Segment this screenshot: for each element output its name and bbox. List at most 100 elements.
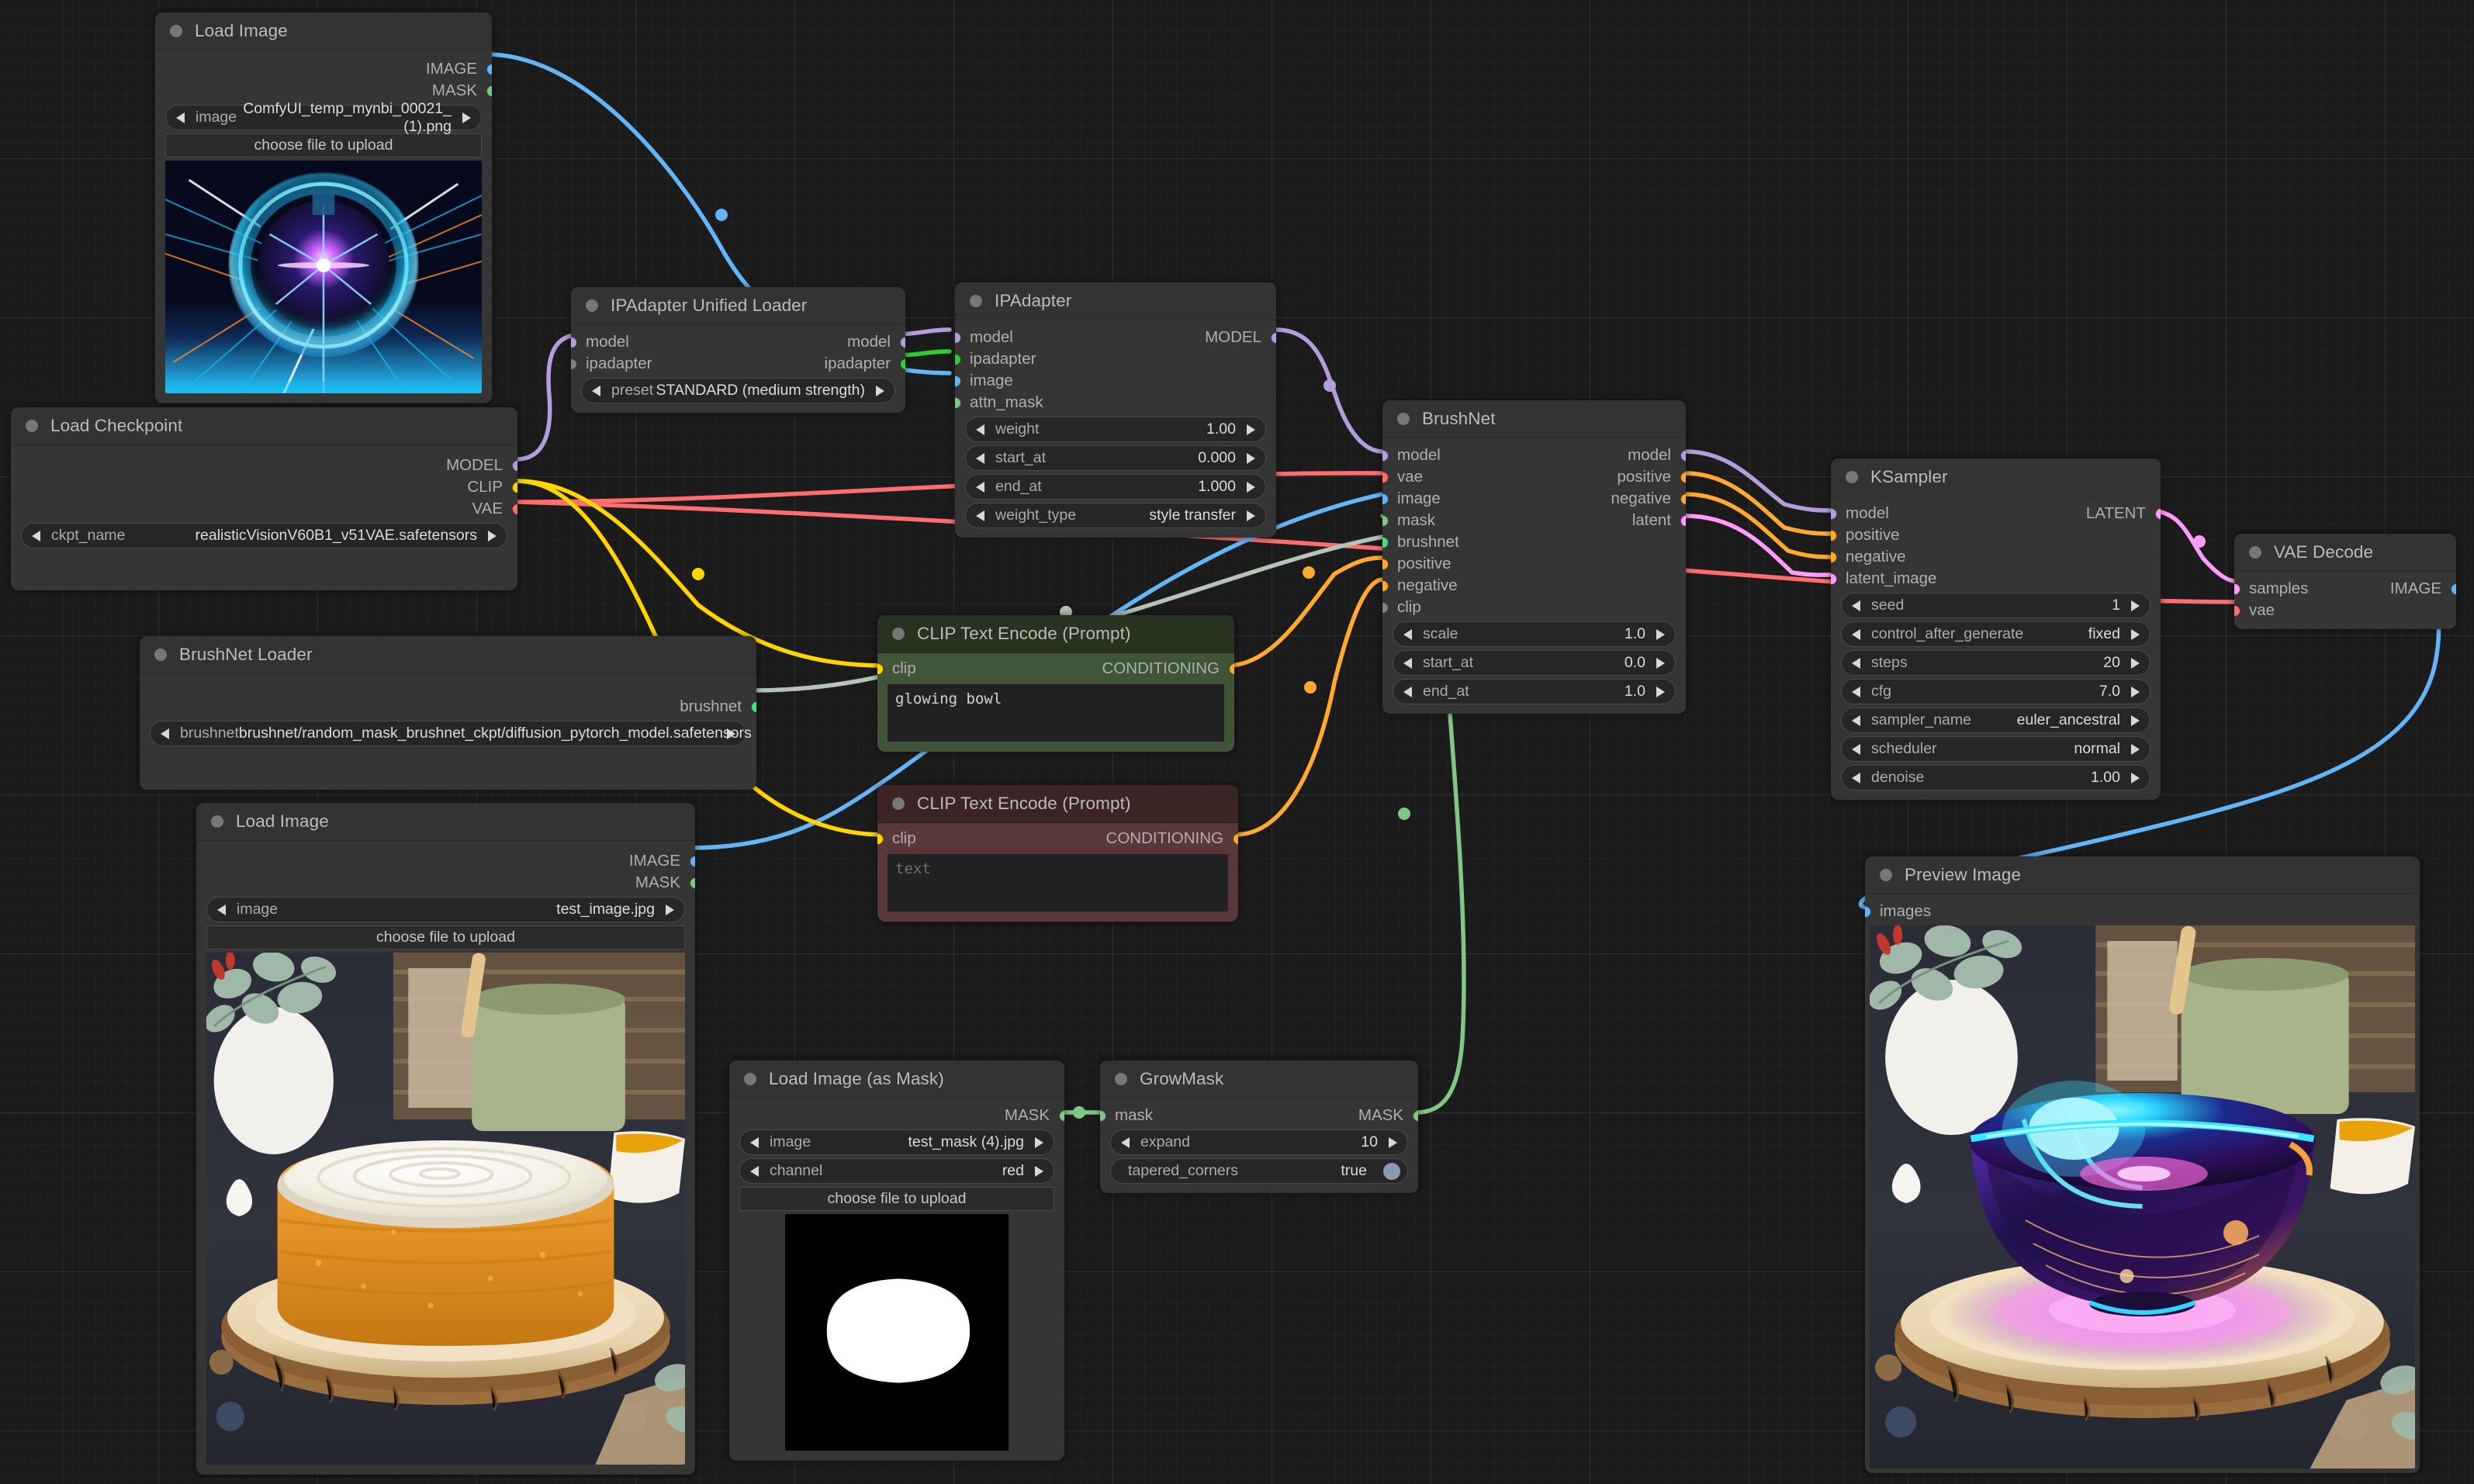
chevron-right-icon[interactable] xyxy=(2131,714,2140,726)
output-port-image[interactable]: IMAGE xyxy=(155,58,492,80)
collapse-icon[interactable] xyxy=(892,797,905,810)
chevron-left-icon[interactable] xyxy=(217,904,226,915)
choose-file-to-upload-button[interactable]: choose file to upload xyxy=(206,925,685,950)
chevron-right-icon[interactable] xyxy=(1389,1136,1397,1148)
chevron-left-icon[interactable] xyxy=(976,510,984,521)
chevron-right-icon[interactable] xyxy=(2131,600,2140,611)
chevron-left-icon[interactable] xyxy=(1852,743,1860,755)
chevron-left-icon[interactable] xyxy=(592,385,600,396)
node-title-bar[interactable]: VAE Decode xyxy=(2234,534,2456,572)
chevron-right-icon[interactable] xyxy=(2131,772,2140,784)
output-port-mask[interactable]: MASK xyxy=(196,872,695,894)
node-ipadapter[interactable]: IPAdapter model MODEL ipadapter image at… xyxy=(955,282,1276,538)
prompt-textarea[interactable]: text xyxy=(888,854,1228,912)
chevron-right-icon[interactable] xyxy=(727,728,735,739)
collapse-icon[interactable] xyxy=(1115,1073,1127,1085)
node-title-bar[interactable]: IPAdapter Unified Loader xyxy=(571,287,905,325)
input-port-latent-image[interactable]: latent_image xyxy=(1831,568,2161,590)
input-port-image[interactable]: image xyxy=(955,370,1276,392)
widget-preset[interactable]: preset STANDARD (medium strength) xyxy=(581,378,895,403)
chevron-left-icon[interactable] xyxy=(32,530,40,541)
widget-image[interactable]: image test_image.jpg xyxy=(206,897,685,922)
chevron-left-icon[interactable] xyxy=(976,452,984,464)
widget-brushnet[interactable]: brushnet brushnet/random_mask_brushnet_c… xyxy=(150,721,752,746)
node-title-bar[interactable]: Load Image xyxy=(196,803,695,841)
chevron-left-icon[interactable] xyxy=(1403,628,1412,640)
toggle-knob-icon[interactable] xyxy=(1383,1162,1400,1180)
widget-start-at[interactable]: start_at 0.000 xyxy=(965,445,1266,471)
input-port-positive[interactable]: positive xyxy=(1831,524,2161,546)
chevron-right-icon[interactable] xyxy=(2131,743,2140,755)
chevron-right-icon[interactable] xyxy=(876,385,884,396)
widget-tapered-corners[interactable]: tapered_corners true xyxy=(1110,1158,1408,1184)
widget-sampler-name[interactable]: sampler_name euler_ancestral xyxy=(1841,707,2150,733)
widget-end-at[interactable]: end_at 1.000 xyxy=(965,474,1266,500)
node-clip-text-encode-positive[interactable]: CLIP Text Encode (Prompt) clip CONDITION… xyxy=(877,615,1234,752)
chevron-left-icon[interactable] xyxy=(1852,600,1860,611)
chevron-left-icon[interactable] xyxy=(1852,686,1860,697)
collapse-icon[interactable] xyxy=(744,1073,756,1085)
node-load-image-as-mask[interactable]: Load Image (as Mask) MASK image test_mas… xyxy=(729,1060,1064,1461)
collapse-icon[interactable] xyxy=(2249,546,2261,559)
widget-end-at[interactable]: end_at 1.0 xyxy=(1393,679,1676,704)
node-preview-image[interactable]: Preview Image images xyxy=(1865,856,2420,1473)
widget-weight[interactable]: weight 1.00 xyxy=(965,417,1266,442)
collapse-icon[interactable] xyxy=(970,295,982,307)
collapse-icon[interactable] xyxy=(26,420,38,432)
widget-channel[interactable]: channel red xyxy=(739,1158,1054,1184)
collapse-icon[interactable] xyxy=(586,299,598,312)
chevron-left-icon[interactable] xyxy=(976,481,984,493)
chevron-right-icon[interactable] xyxy=(1656,657,1665,669)
chevron-right-icon[interactable] xyxy=(1247,510,1255,521)
prompt-textarea[interactable]: glowing bowl xyxy=(888,684,1224,742)
node-title-bar[interactable]: BrushNet Loader xyxy=(140,636,756,674)
node-title-bar[interactable]: Load Image xyxy=(155,12,492,50)
chevron-left-icon[interactable] xyxy=(1403,657,1412,669)
node-ipadapter-unified-loader[interactable]: IPAdapter Unified Loader model model ipa… xyxy=(571,287,905,413)
widget-seed[interactable]: seed 1 xyxy=(1841,593,2150,618)
chevron-right-icon[interactable] xyxy=(2131,686,2140,697)
node-vae-decode[interactable]: VAE Decode samples IMAGE vae xyxy=(2234,534,2456,629)
node-brushnet-loader[interactable]: BrushNet Loader brushnet brushnet brushn… xyxy=(140,636,756,790)
node-title-bar[interactable]: BrushNet xyxy=(1382,400,1686,438)
node-title-bar[interactable]: IPAdapter xyxy=(955,282,1276,320)
chevron-right-icon[interactable] xyxy=(1247,452,1255,464)
widget-scheduler[interactable]: scheduler normal xyxy=(1841,736,2150,762)
node-brushnet[interactable]: BrushNet model model vae positive image … xyxy=(1382,400,1686,714)
widget-ckpt-name[interactable]: ckpt_name realisticVisionV60B1_v51VAE.sa… xyxy=(21,523,507,548)
widget-cfg[interactable]: cfg 7.0 xyxy=(1841,679,2150,704)
input-port-brushnet[interactable]: brushnet xyxy=(1382,531,1686,553)
collapse-icon[interactable] xyxy=(892,628,905,640)
chevron-left-icon[interactable] xyxy=(750,1165,759,1177)
widget-image[interactable]: image ComfyUI_temp_mynbi_00021_ (1).png xyxy=(165,100,482,135)
node-ksampler[interactable]: KSampler model LATENT positive negative xyxy=(1831,458,2161,800)
node-title-bar[interactable]: Load Image (as Mask) xyxy=(729,1060,1064,1098)
widget-steps[interactable]: steps 20 xyxy=(1841,650,2150,676)
output-port-clip[interactable]: CLIP xyxy=(11,476,517,498)
input-port-negative[interactable]: negative xyxy=(1831,546,2161,568)
chevron-left-icon[interactable] xyxy=(750,1136,759,1148)
chevron-right-icon[interactable] xyxy=(488,530,497,541)
collapse-icon[interactable] xyxy=(1880,869,1892,881)
node-title-bar[interactable]: KSampler xyxy=(1831,458,2161,496)
chevron-right-icon[interactable] xyxy=(1656,686,1665,697)
node-title-bar[interactable]: CLIP Text Encode (Prompt) xyxy=(877,615,1234,653)
input-port-clip[interactable]: clip xyxy=(1382,597,1686,618)
chevron-left-icon[interactable] xyxy=(1852,628,1860,640)
chevron-right-icon[interactable] xyxy=(1247,424,1255,435)
widget-control-after-generate[interactable]: control_after_generate fixed xyxy=(1841,621,2150,647)
node-title-bar[interactable]: Load Checkpoint xyxy=(11,407,517,445)
chevron-right-icon[interactable] xyxy=(1035,1165,1043,1177)
node-load-image-2[interactable]: Load Image IMAGE MASK image test_image.j… xyxy=(196,803,695,1475)
output-port-image[interactable]: IMAGE xyxy=(196,850,695,872)
chevron-right-icon[interactable] xyxy=(2131,628,2140,640)
widget-weight-type[interactable]: weight_type style transfer xyxy=(965,503,1266,528)
chevron-left-icon[interactable] xyxy=(1852,772,1860,784)
output-port-mask[interactable]: MASK xyxy=(155,80,492,102)
chevron-right-icon[interactable] xyxy=(2131,657,2140,669)
widget-expand[interactable]: expand 10 xyxy=(1110,1129,1408,1155)
widget-image[interactable]: image test_mask (4).jpg xyxy=(739,1129,1054,1155)
chevron-left-icon[interactable] xyxy=(1121,1136,1130,1148)
chevron-left-icon[interactable] xyxy=(1852,714,1860,726)
chevron-right-icon[interactable] xyxy=(1247,481,1255,493)
